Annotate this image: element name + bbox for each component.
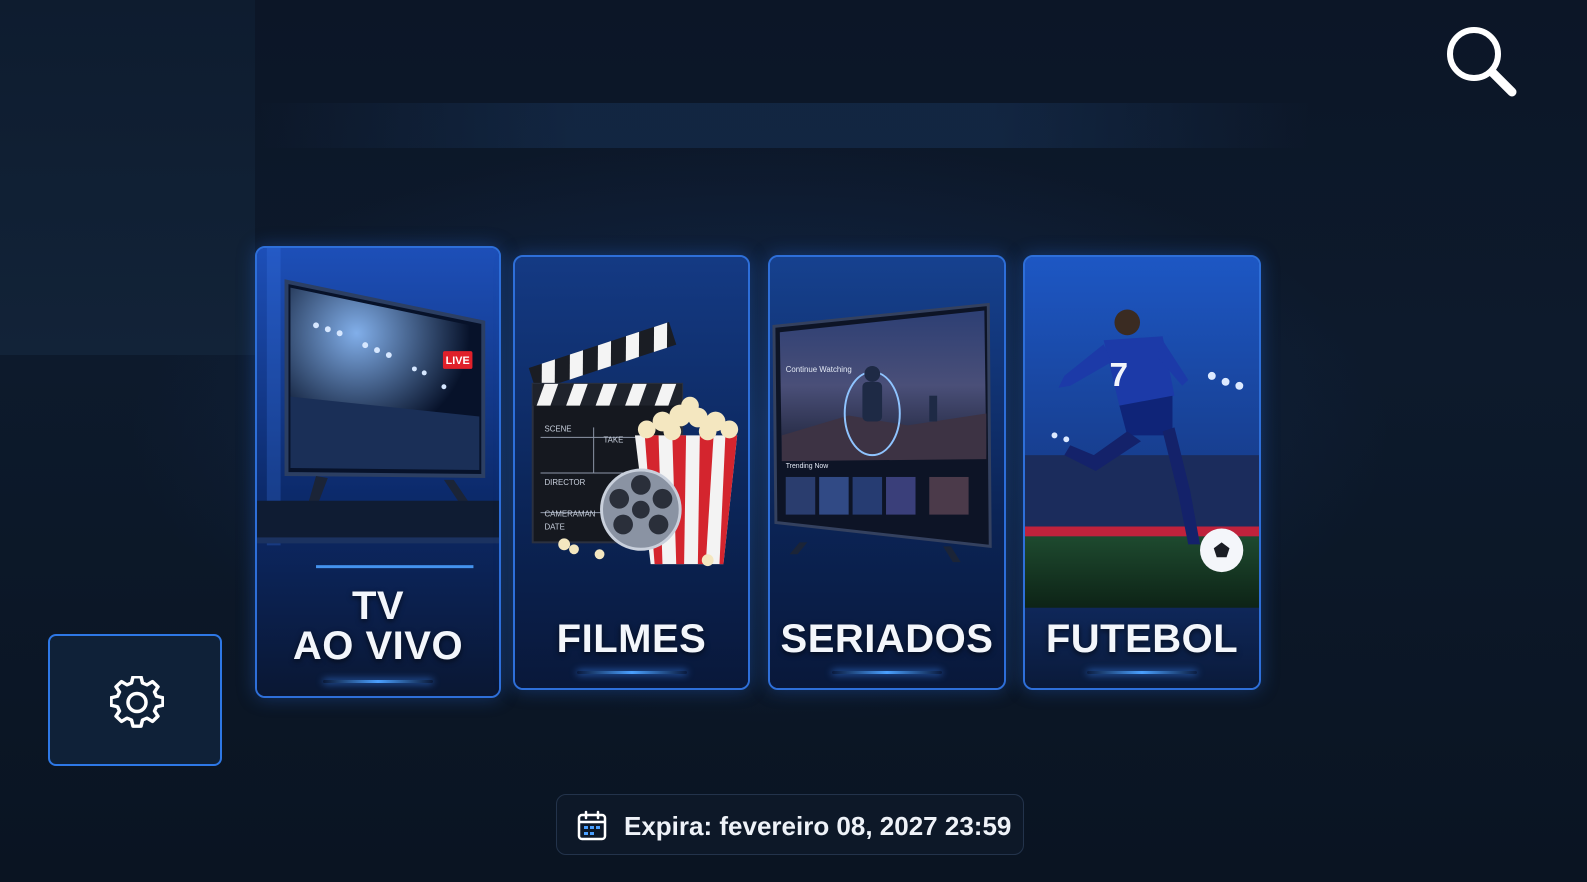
category-card-futebol[interactable]: 7 FUTEBOL xyxy=(1023,255,1261,690)
category-card-tv-ao-vivo[interactable]: LIVE TV AO VIVO xyxy=(255,246,501,698)
category-card-filmes[interactable]: SCENE TAKE DIRECTOR CAMERAMAN DATE FILME… xyxy=(513,255,750,690)
category-label: FUTEBOL xyxy=(1045,617,1239,661)
film-reel xyxy=(600,468,682,551)
svg-text:DIRECTOR: DIRECTOR xyxy=(544,478,585,487)
home-screen: LIVE TV AO VIVO SCENE TAKE DIRECTOR CAME… xyxy=(0,0,1587,882)
ball xyxy=(1200,528,1244,573)
label-line-1: TV xyxy=(351,584,405,628)
background-panel xyxy=(0,0,255,355)
live-badge: LIVE xyxy=(442,351,473,369)
category-card-seriados[interactable]: Continue Watching Trending Now SERIADOS xyxy=(768,255,1006,690)
focus-glow xyxy=(1087,671,1197,674)
svg-text:CAMERAMAN: CAMERAMAN xyxy=(544,510,595,519)
svg-text:TAKE: TAKE xyxy=(603,435,623,444)
svg-text:LIVE: LIVE xyxy=(446,355,470,367)
search-icon xyxy=(1447,27,1517,97)
category-label: FILMES xyxy=(556,617,707,661)
focus-glow xyxy=(323,680,433,683)
search-button[interactable] xyxy=(1440,22,1524,102)
svg-text:7: 7 xyxy=(1110,357,1129,394)
calendar-icon xyxy=(577,810,607,841)
settings-button[interactable] xyxy=(48,634,222,766)
svg-text:Trending Now: Trending Now xyxy=(786,463,828,470)
expiry-text: Expira: fevereiro 08, 2027 23:59 xyxy=(624,811,1012,841)
focus-glow xyxy=(832,671,942,674)
category-label: SERIADOS xyxy=(780,617,994,661)
label-line-2: AO VIVO xyxy=(292,624,464,668)
expiry-badge: Expira: fevereiro 08, 2027 23:59 xyxy=(556,794,1024,855)
svg-text:Continue Watching: Continue Watching xyxy=(786,365,852,374)
svg-text:DATE: DATE xyxy=(544,522,564,531)
category-label: TV AO VIVO xyxy=(257,586,499,666)
focus-glow xyxy=(576,671,687,674)
gear-icon xyxy=(110,676,164,728)
svg-text:SCENE: SCENE xyxy=(544,424,571,433)
background-band xyxy=(260,103,1310,148)
